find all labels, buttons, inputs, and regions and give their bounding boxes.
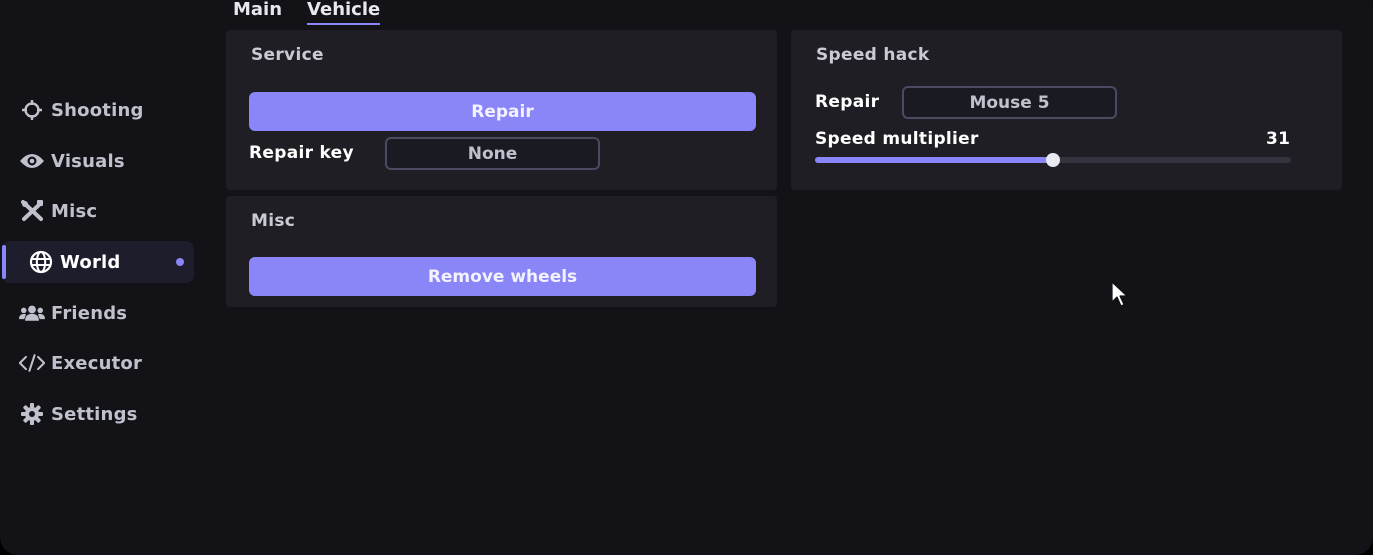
crosshair-icon (19, 99, 45, 121)
tab-main[interactable]: Main (233, 0, 282, 22)
panel-title: Misc (251, 211, 296, 231)
eye-icon (19, 150, 45, 172)
tab-bar: Main Vehicle (233, 0, 381, 26)
gear-icon (19, 403, 45, 425)
content-root: Shooting Visuals Misc World Friends Exec… (0, 0, 1373, 555)
repair-key-label: Repair key (249, 143, 354, 163)
sidebar-item-label: Visuals (51, 150, 125, 172)
repair-keybind-button[interactable]: None (385, 137, 600, 170)
users-icon (19, 302, 45, 324)
misc-panel: Misc Remove wheels (226, 196, 777, 307)
panel-title: Service (251, 45, 324, 65)
sidebar-item-label: Settings (51, 403, 138, 425)
mouse-cursor-icon (1110, 280, 1132, 312)
service-panel: Service Repair Repair key None (226, 30, 777, 190)
sidebar-item-label: Executor (51, 352, 143, 374)
sidebar: Shooting Visuals Misc World Friends Exec… (0, 0, 215, 555)
slider-fill (815, 157, 1053, 163)
sidebar-item-executor[interactable]: Executor (2, 342, 194, 384)
sidebar-item-label: Friends (51, 302, 128, 324)
speed-multiplier-value: 31 (1266, 129, 1291, 149)
sidebar-item-world[interactable]: World (2, 241, 194, 283)
code-icon (19, 352, 45, 374)
repair-button[interactable]: Repair (249, 92, 756, 131)
sidebar-item-visuals[interactable]: Visuals (2, 140, 194, 182)
sidebar-item-shooting[interactable]: Shooting (2, 89, 194, 131)
speed-multiplier-label: Speed multiplier (815, 129, 979, 149)
active-dot-indicator (176, 258, 184, 266)
tools-icon (19, 200, 45, 222)
sidebar-item-friends[interactable]: Friends (2, 292, 194, 334)
speed-repair-label: Repair (815, 92, 880, 112)
globe-icon (28, 250, 54, 274)
speed-multiplier-slider[interactable] (815, 153, 1291, 167)
panel-title: Speed hack (816, 45, 930, 65)
sidebar-item-misc[interactable]: Misc (2, 190, 194, 232)
remove-wheels-button[interactable]: Remove wheels (249, 257, 756, 296)
tab-vehicle[interactable]: Vehicle (307, 0, 381, 25)
app-window: Shooting Visuals Misc World Friends Exec… (0, 0, 1373, 555)
slider-thumb[interactable] (1046, 153, 1060, 167)
sidebar-item-label: Misc (51, 200, 98, 222)
sidebar-item-label: Shooting (51, 99, 144, 121)
speed-repair-keybind-button[interactable]: Mouse 5 (902, 86, 1117, 119)
sidebar-item-settings[interactable]: Settings (2, 393, 194, 435)
sidebar-item-label: World (60, 251, 121, 273)
speed-hack-panel: Speed hack Repair Mouse 5 Speed multipli… (791, 30, 1342, 190)
active-indicator-bar (2, 245, 6, 279)
